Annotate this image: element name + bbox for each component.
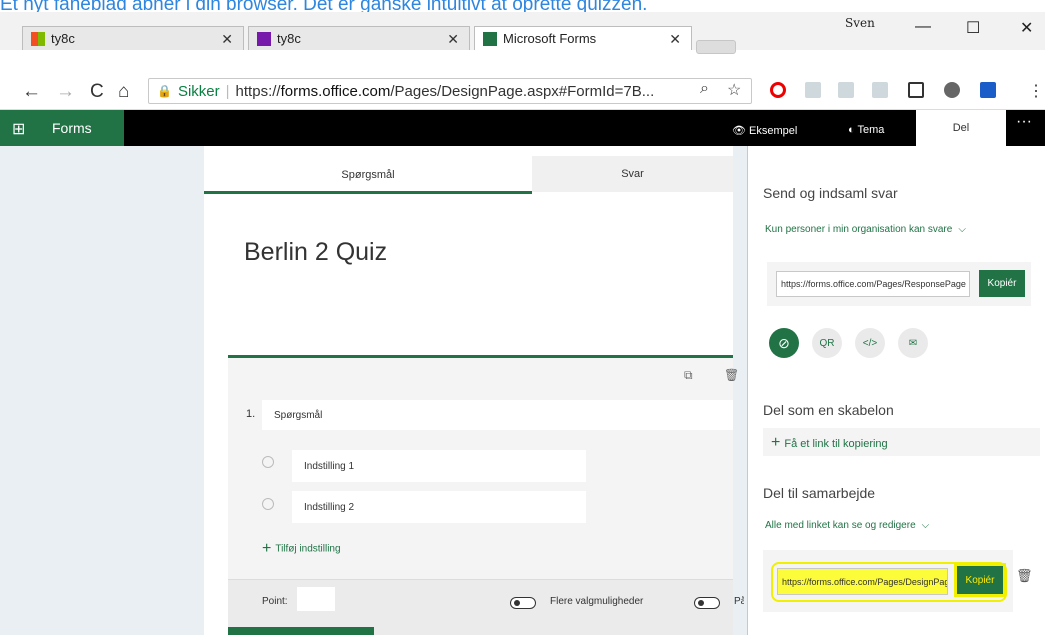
question-number: 1. — [246, 408, 256, 420]
theme-button[interactable]: ◐ Tema — [848, 124, 884, 136]
delete-question-icon[interactable]: 🗑 — [724, 368, 739, 382]
highlight-annotation — [771, 562, 1007, 602]
zoom-icon[interactable]: ⌕ — [700, 80, 709, 98]
preview-button[interactable]: 👁 Eksempel — [732, 124, 797, 137]
audience-dropdown[interactable]: Kun personer i min organisation kan svar… — [765, 224, 966, 235]
copy-response-link-button[interactable]: Kopiér — [979, 270, 1025, 297]
lock-icon: 🔒 — [157, 84, 172, 98]
form-title[interactable]: Berlin 2 Quiz — [244, 238, 387, 267]
collab-scope-label: Alle med linket kan se og redigere — [765, 520, 916, 531]
globe-extension-icon[interactable] — [944, 82, 960, 98]
separator: | — [225, 82, 230, 100]
url-prefix: https:// — [235, 82, 281, 100]
qr-code-button[interactable]: QR — [812, 328, 842, 358]
profile-name[interactable]: Sven — [845, 16, 875, 30]
radio-option-2 — [262, 498, 274, 510]
address-bar[interactable]: 🔒 Sikker | https://forms.office.com/Page… — [148, 78, 752, 104]
new-tab-button[interactable] — [696, 40, 736, 54]
reload-button[interactable]: C — [90, 81, 104, 103]
radio-option-1 — [262, 456, 274, 468]
tab-label: ty8c — [51, 31, 75, 46]
dropbox-extension-icon[interactable] — [805, 82, 821, 98]
evernote-extension-icon[interactable] — [838, 82, 854, 98]
more-options-icon[interactable]: ··· — [1016, 113, 1032, 131]
forms-brand[interactable]: Forms — [52, 120, 92, 136]
chevron-down-icon: ⌵ — [958, 224, 966, 235]
canvas-background-right — [733, 146, 747, 635]
points-input[interactable] — [297, 587, 335, 611]
template-header: Del som en skabelon — [763, 402, 894, 418]
tab-label: ty8c — [277, 31, 301, 46]
opera-extension-icon[interactable] — [770, 82, 786, 98]
audience-label: Kun personer i min organisation kan svar… — [765, 224, 953, 235]
tab-3-active[interactable]: Microsoft Forms ✕ — [474, 26, 692, 50]
bookmark-star-icon[interactable]: ☆ — [727, 80, 741, 100]
copy-question-icon[interactable]: ⧉ — [684, 368, 693, 383]
tab-label: Microsoft Forms — [503, 31, 597, 46]
url-domain: forms.office.com — [280, 82, 391, 100]
close-tab-icon[interactable]: ✕ — [447, 31, 459, 48]
close-tab-icon[interactable]: ✕ — [669, 31, 681, 48]
add-option-label: Tilføj indstilling — [275, 543, 341, 555]
maximize-button[interactable]: ☐ — [966, 18, 980, 38]
secure-label: Sikker — [177, 82, 220, 100]
url-path: /Pages/DesignPage.aspx#FormId=7B... — [390, 82, 655, 100]
multiple-answers-toggle[interactable] — [510, 597, 536, 609]
close-window-button[interactable]: ✕ — [1020, 18, 1033, 38]
onenote-icon — [257, 31, 271, 46]
preview-label: Eksempel — [749, 125, 798, 137]
tab-1[interactable]: ty8c ✕ — [22, 26, 244, 50]
link-icon[interactable]: ⊘ — [769, 328, 799, 358]
option-1-input[interactable]: Indstilling 1 — [292, 450, 586, 482]
caption-text: Et nyt faneblad åbner i din browser. Det… — [0, 0, 648, 15]
multiple-answers-label: Flere valgmuligheder — [550, 596, 644, 607]
points-label: Point: — [262, 596, 288, 607]
collaborate-header: Del til samarbejde — [763, 485, 876, 501]
chevron-down-icon: ⌵ — [921, 520, 930, 531]
eye-icon: 👁 — [732, 125, 746, 137]
embed-code-button[interactable]: </> — [855, 328, 885, 358]
forms-appbar — [0, 110, 1045, 146]
get-copy-link-label: Få et link til kopiering — [784, 438, 888, 450]
required-label: På — [734, 596, 744, 607]
response-link-input[interactable]: https://forms.office.com/Pages/ResponseP… — [776, 271, 970, 297]
plus-icon: + — [262, 540, 272, 557]
share-tab[interactable]: Del — [916, 110, 1006, 146]
delete-collab-link-icon[interactable]: 🗑 — [1016, 568, 1033, 584]
collab-scope-dropdown[interactable]: Alle med linket kan se og redigere ⌵ — [765, 520, 929, 531]
menu-icon[interactable]: ⋮ — [1028, 81, 1044, 101]
camera-extension-icon[interactable] — [872, 82, 888, 98]
email-icon[interactable]: ✉ — [898, 328, 928, 358]
get-copy-link-button[interactable]: + Få et link til kopiering — [771, 434, 888, 452]
option-2-input[interactable]: Indstilling 2 — [292, 491, 586, 523]
minimize-button[interactable]: — — [915, 18, 931, 36]
theme-label: Tema — [857, 124, 885, 136]
palette-icon: ◐ — [848, 124, 855, 136]
forms-icon — [483, 31, 497, 46]
home-button[interactable]: ⌂ — [118, 81, 129, 103]
canvas-background — [0, 146, 204, 635]
send-collect-header: Send og indsaml svar — [763, 185, 898, 201]
add-question-button[interactable] — [228, 627, 374, 635]
forward-button[interactable]: → — [56, 81, 75, 103]
close-tab-icon[interactable]: ✕ — [221, 31, 233, 48]
url-text: https://forms.office.com/Pages/DesignPag… — [236, 83, 655, 100]
required-toggle[interactable] — [694, 597, 720, 609]
note-extension-icon[interactable] — [908, 82, 924, 98]
plus-icon: + — [771, 434, 781, 451]
app-launcher-icon[interactable]: ⊞ — [12, 119, 25, 139]
tab-responses[interactable]: Svar — [532, 156, 733, 192]
question-input[interactable]: Spørgsmål — [262, 400, 733, 430]
back-button[interactable]: ← — [22, 81, 41, 103]
add-option-button[interactable]: + Tilføj indstilling — [262, 540, 341, 558]
bookmark-extension-icon[interactable] — [980, 82, 996, 98]
tab-questions[interactable]: Spørgsmål — [204, 158, 532, 194]
windows-logo-icon — [31, 31, 45, 46]
tab-2[interactable]: ty8c ✕ — [248, 26, 470, 50]
